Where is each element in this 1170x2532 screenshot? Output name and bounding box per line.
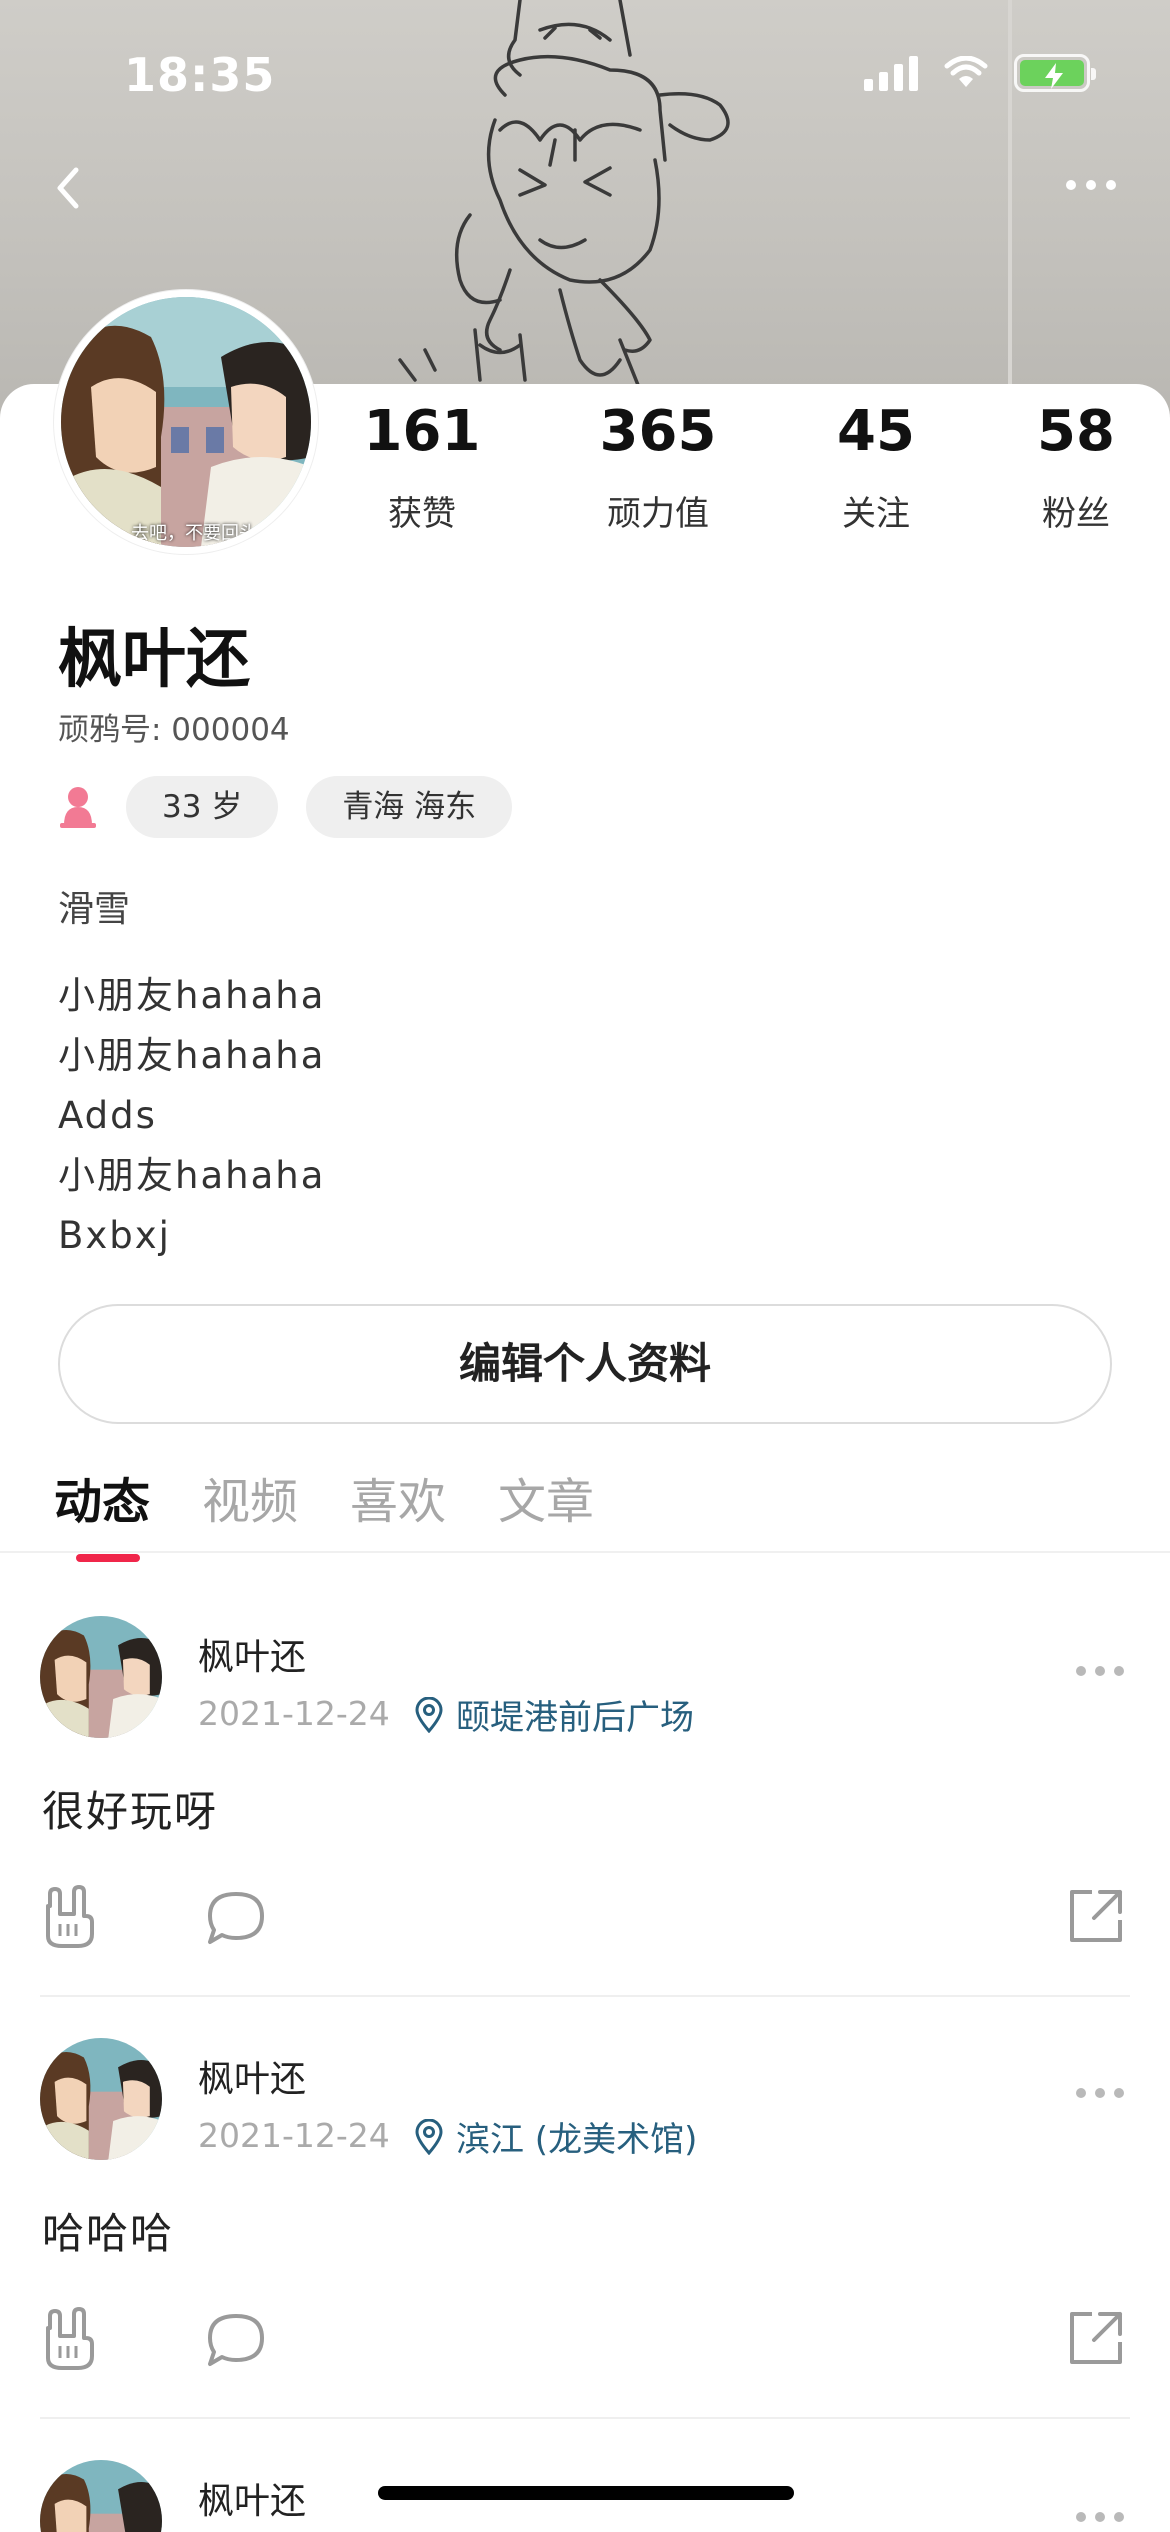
home-indicator xyxy=(378,2486,794,2500)
charging-bolt-icon xyxy=(1045,63,1063,89)
share-external-icon[interactable] xyxy=(1066,1886,1126,1946)
dot xyxy=(1106,180,1116,190)
avatar-illustration xyxy=(61,297,311,547)
avatar-illustration xyxy=(40,2460,162,2532)
wifi-icon xyxy=(944,56,988,87)
post-date: 2021-12-24 xyxy=(198,2116,390,2155)
post-location-text: 滨江 (龙美术馆) xyxy=(456,2120,698,2160)
stat-likes-value: 161 xyxy=(363,399,481,464)
post-author-avatar[interactable] xyxy=(40,2038,162,2160)
bio-line: 小朋友hahaha xyxy=(58,974,326,1017)
battery-icon xyxy=(1014,54,1096,92)
tab-posts[interactable]: 动态 xyxy=(54,1462,150,1562)
rock-hand-like-icon[interactable] xyxy=(40,2306,100,2372)
content-tabs: 动态 视频 喜欢 文章 xyxy=(54,1462,594,1562)
post-location[interactable]: 滨江 (龙美术馆) xyxy=(414,2112,697,2161)
post-date: 2021-12-24 xyxy=(198,1694,390,1733)
dot xyxy=(1066,180,1076,190)
post-author-avatar[interactable] xyxy=(40,2460,162,2532)
profile-bio: 小朋友hahaha 小朋友hahaha Adds 小朋友hahaha Bxbxj xyxy=(58,966,325,1266)
stat-followers[interactable]: 58 粉丝 xyxy=(976,400,1170,535)
stat-points-label: 顽力值 xyxy=(607,494,709,534)
post-text: 很好玩呀 xyxy=(42,1787,219,1836)
post-author-avatar[interactable] xyxy=(40,1616,162,1738)
status-time: 18:35 xyxy=(124,48,276,102)
dot xyxy=(1086,180,1096,190)
stat-following[interactable]: 45 关注 xyxy=(776,400,976,535)
tab-articles[interactable]: 文章 xyxy=(498,1462,594,1556)
stat-likes-label: 获赞 xyxy=(388,494,456,534)
rock-hand-like-icon[interactable] xyxy=(40,1884,100,1950)
location-pin-icon xyxy=(415,2118,443,2155)
post-more-button[interactable] xyxy=(1076,1666,1124,1676)
bio-line: 小朋友hahaha xyxy=(58,1154,326,1197)
edit-profile-button[interactable]: 编辑个人资料 xyxy=(58,1304,1112,1424)
post-author-name[interactable]: 枫叶还 xyxy=(198,1628,306,1680)
avatar-illustration xyxy=(40,2038,162,2160)
avatar-illustration xyxy=(40,1616,162,1738)
stat-likes[interactable]: 161 获赞 xyxy=(322,400,522,535)
stat-followers-label: 粉丝 xyxy=(1042,494,1110,534)
profile-hobby: 滑雪 xyxy=(58,889,131,930)
tab-videos[interactable]: 视频 xyxy=(202,1462,298,1556)
post-divider xyxy=(40,2417,1130,2419)
location-pin-icon xyxy=(415,1696,443,1733)
stat-points[interactable]: 365 顽力值 xyxy=(558,400,758,535)
avatar-caption: 去吧，不要回头 xyxy=(131,523,257,544)
profile-name: 枫叶还 xyxy=(58,623,250,697)
post-author-name[interactable]: 枫叶还 xyxy=(198,2472,306,2524)
post-divider xyxy=(40,1995,1130,1997)
tabs-divider xyxy=(0,1551,1170,1553)
profile-avatar[interactable]: 去吧，不要回头 xyxy=(54,290,318,554)
post-text: 哈哈哈 xyxy=(42,2209,175,2258)
profile-tags: 33 岁 青海 海东 xyxy=(58,776,513,838)
bio-line: 小朋友hahaha xyxy=(58,1034,326,1077)
comment-bubble-icon[interactable] xyxy=(204,1888,268,1948)
comment-bubble-icon[interactable] xyxy=(204,2310,268,2370)
status-icons xyxy=(864,54,1096,92)
bio-line: Bxbxj xyxy=(58,1214,171,1257)
stat-points-value: 365 xyxy=(599,399,717,464)
female-icon xyxy=(60,787,96,828)
bio-line: Adds xyxy=(58,1094,157,1137)
post-location[interactable]: 颐堤港前后广场 xyxy=(414,1690,694,1739)
profile-stats: 161 获赞 365 顽力值 45 关注 58 粉丝 xyxy=(330,400,1130,540)
share-external-icon[interactable] xyxy=(1066,2308,1126,2368)
cellular-signal-icon xyxy=(864,55,918,91)
profile-id: 顽鸦号: 000004 xyxy=(58,712,290,748)
location-tag: 青海 海东 xyxy=(306,776,513,838)
back-chevron-icon[interactable] xyxy=(44,158,94,218)
post-more-button[interactable] xyxy=(1076,2512,1124,2522)
tab-likes[interactable]: 喜欢 xyxy=(350,1462,446,1556)
post-author-name[interactable]: 枫叶还 xyxy=(198,2050,306,2102)
age-tag: 33 岁 xyxy=(126,776,279,838)
post-location-text: 颐堤港前后广场 xyxy=(456,1698,694,1738)
more-options-button[interactable] xyxy=(1056,170,1126,200)
stat-following-value: 45 xyxy=(837,399,915,464)
stat-following-label: 关注 xyxy=(842,494,910,534)
post-more-button[interactable] xyxy=(1076,2088,1124,2098)
stat-followers-value: 58 xyxy=(1037,399,1115,464)
